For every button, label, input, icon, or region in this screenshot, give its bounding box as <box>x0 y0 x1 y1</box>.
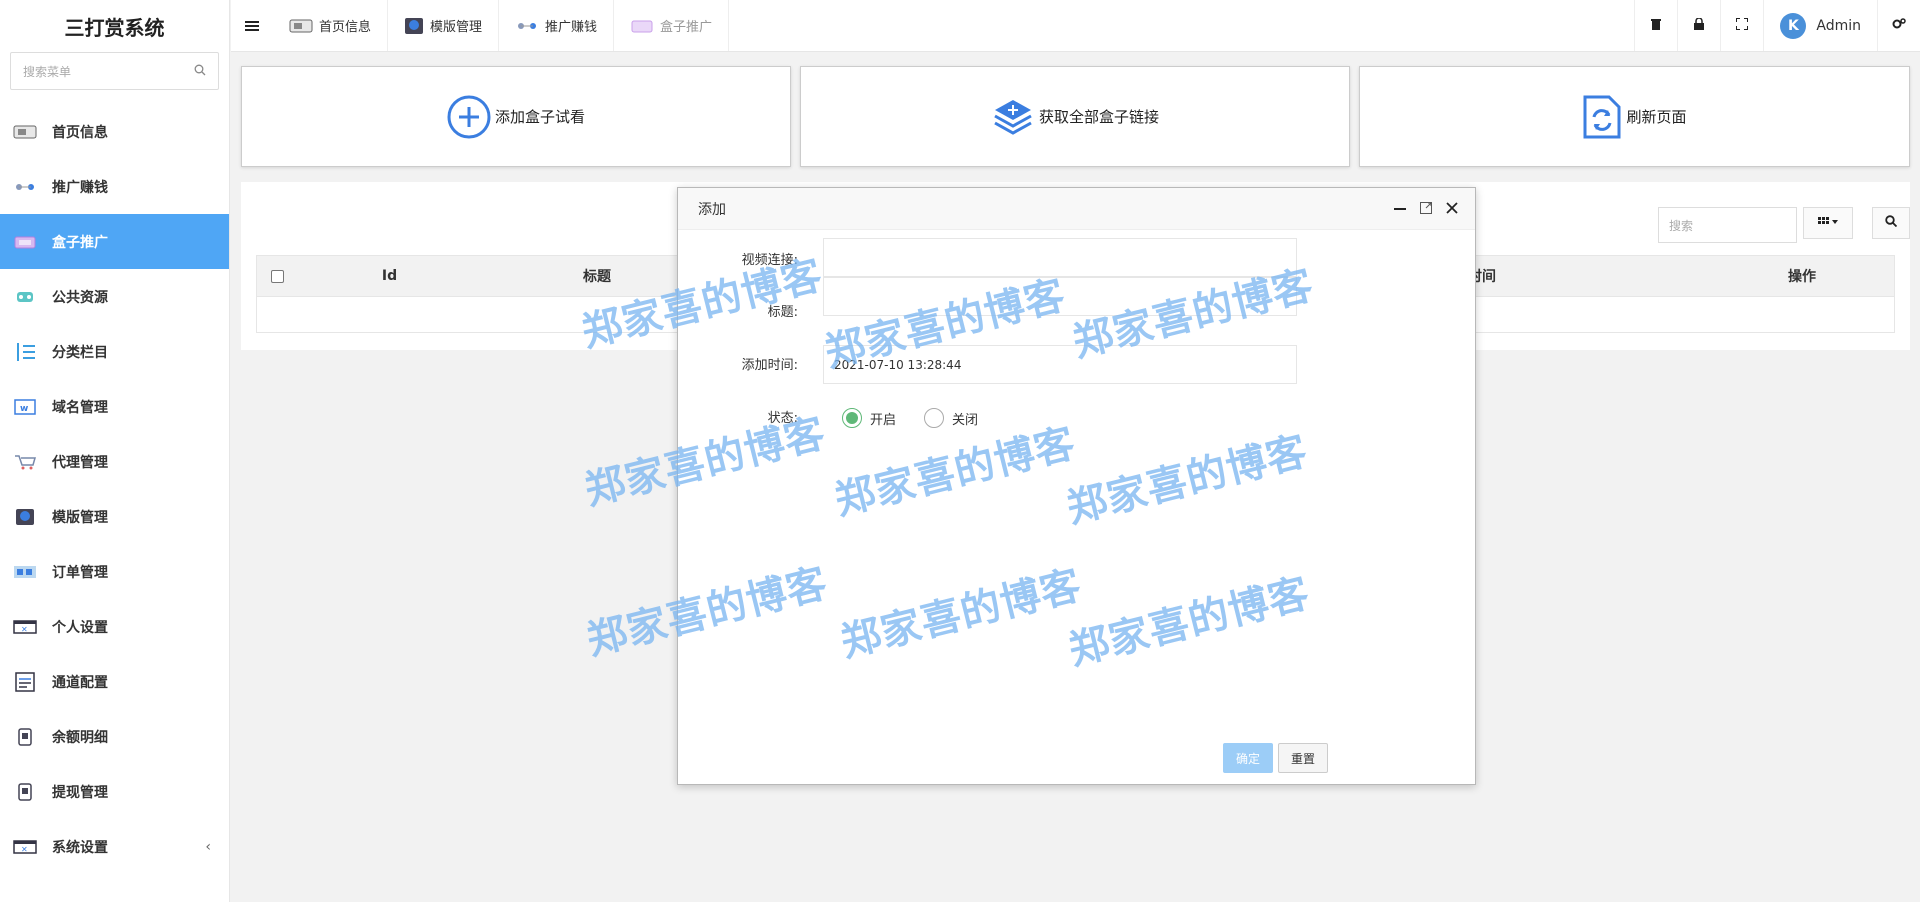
sidebar-item-agent[interactable]: 代理管理 <box>0 434 229 489</box>
promote-icon <box>12 177 38 197</box>
refresh-document-icon <box>1582 94 1622 140</box>
resource-icon <box>12 287 38 307</box>
maximize-icon[interactable] <box>1417 199 1435 217</box>
tab-template[interactable]: 模版管理 <box>388 0 500 51</box>
status-label: 状态: <box>767 411 798 426</box>
gear-icon <box>1892 17 1906 34</box>
status-open-radio[interactable]: 开启 <box>842 408 896 428</box>
order-icon <box>12 562 38 582</box>
sidebar-menu: 首页信息 推广赚钱 盒子推广 公共资源 分类栏目 w 域名管理 代理管理 模版管 <box>0 104 229 874</box>
confirm-button[interactable]: 确定 <box>1223 743 1273 773</box>
column-actions: 操作 <box>1788 269 1816 285</box>
withdraw-icon <box>12 782 38 802</box>
avatar: K <box>1780 12 1807 39</box>
title-input[interactable] <box>823 277 1297 316</box>
sidebar-item-domain[interactable]: w 域名管理 <box>0 379 229 434</box>
add-dialog: 添加 视频连接: 标题: 添加时间: 2021-07-10 13:28:44 状… <box>677 187 1476 785</box>
settings-icon: ✕ <box>12 837 38 857</box>
sidebar-item-withdraw[interactable]: 提现管理 <box>0 764 229 819</box>
top-bar: 首页信息 模版管理 推广赚钱 盒子推广 K Admin <box>231 0 1920 52</box>
svg-text:w: w <box>20 404 28 414</box>
tab-promote[interactable]: 推广赚钱 <box>499 0 615 51</box>
sidebar-item-category[interactable]: 分类栏目 <box>0 324 229 379</box>
close-icon[interactable] <box>1443 199 1461 217</box>
promote-icon <box>515 19 539 33</box>
select-all-checkbox[interactable] <box>257 256 297 296</box>
add-time-input[interactable]: 2021-07-10 13:28:44 <box>823 345 1297 384</box>
add-box-button[interactable]: 添加盒子试看 <box>241 66 791 167</box>
user-menu[interactable]: K Admin <box>1763 0 1877 51</box>
box-icon <box>630 19 654 33</box>
sidebar: 三打赏系统 搜索菜单 首页信息 推广赚钱 盒子推广 公共资源 分类栏目 w 域名… <box>0 0 230 902</box>
video-link-input[interactable] <box>823 238 1297 277</box>
table-search-button[interactable] <box>1872 207 1910 239</box>
fullscreen-button[interactable] <box>1720 0 1763 51</box>
add-circle-icon <box>447 95 491 139</box>
search-icon <box>1885 215 1898 231</box>
fullscreen-icon <box>1735 16 1750 34</box>
menu-search-input[interactable]: 搜索菜单 <box>10 52 219 90</box>
category-icon <box>12 342 38 362</box>
template-icon <box>404 17 424 35</box>
menu-toggle-icon[interactable] <box>231 0 273 51</box>
get-all-links-button[interactable]: 获取全部盒子链接 <box>800 66 1350 167</box>
box-icon <box>12 232 38 252</box>
sidebar-item-settings[interactable]: ✕ 系统设置 ‹ <box>0 819 229 874</box>
sidebar-item-balance[interactable]: 余额明细 <box>0 709 229 764</box>
dashboard-icon <box>12 122 38 142</box>
grid-icon <box>1818 216 1838 230</box>
channel-icon <box>12 671 38 692</box>
sidebar-item-order[interactable]: 订单管理 <box>0 544 229 599</box>
chevron-left-icon[interactable]: ‹ <box>205 839 211 855</box>
app-logo: 三打赏系统 <box>64 15 165 40</box>
domain-icon: w <box>12 397 38 417</box>
title-label: 标题: <box>767 305 798 320</box>
template-icon <box>12 507 38 527</box>
column-id[interactable]: Id <box>297 256 482 296</box>
refresh-page-button[interactable]: 刷新页面 <box>1359 66 1910 167</box>
sidebar-item-dashboard[interactable]: 首页信息 <box>0 104 229 159</box>
sidebar-item-profile[interactable]: ✕ 个人设置 <box>0 599 229 654</box>
dashboard-icon <box>289 19 313 33</box>
status-closed-radio[interactable]: 关闭 <box>924 408 978 428</box>
layers-icon <box>991 96 1035 138</box>
sidebar-item-resource[interactable]: 公共资源 <box>0 269 229 324</box>
column-toggle-button[interactable] <box>1803 207 1853 239</box>
sidebar-item-channel[interactable]: 通道配置 <box>0 654 229 709</box>
sidebar-item-template[interactable]: 模版管理 <box>0 489 229 544</box>
lock-icon <box>1693 16 1705 34</box>
top-right-tools: K Admin <box>1634 0 1920 51</box>
reset-button[interactable]: 重置 <box>1278 743 1328 773</box>
balance-icon <box>12 727 38 747</box>
sidebar-item-promote[interactable]: 推广赚钱 <box>0 159 229 214</box>
profile-icon: ✕ <box>12 617 38 637</box>
dialog-title: 添加 <box>698 201 726 218</box>
dialog-controls <box>1391 199 1461 217</box>
agent-icon <box>12 452 38 472</box>
minimize-icon[interactable] <box>1391 199 1409 217</box>
clear-cache-button[interactable] <box>1634 0 1677 51</box>
trash-icon <box>1651 18 1662 34</box>
tab-box[interactable]: 盒子推广 <box>614 0 730 51</box>
svg-text:✕: ✕ <box>21 625 28 634</box>
video-link-label: 视频连接: <box>741 253 798 268</box>
svg-text:✕: ✕ <box>21 845 28 854</box>
search-icon <box>194 64 206 79</box>
tab-dashboard[interactable]: 首页信息 <box>273 0 389 51</box>
theme-settings-button[interactable] <box>1877 0 1920 51</box>
dialog-title-bar: 添加 <box>678 188 1475 230</box>
add-time-label: 添加时间: <box>741 358 798 373</box>
lock-screen-button[interactable] <box>1677 0 1720 51</box>
sidebar-item-box[interactable]: 盒子推广 <box>0 214 229 269</box>
table-search-input[interactable]: 搜索 <box>1658 207 1797 243</box>
